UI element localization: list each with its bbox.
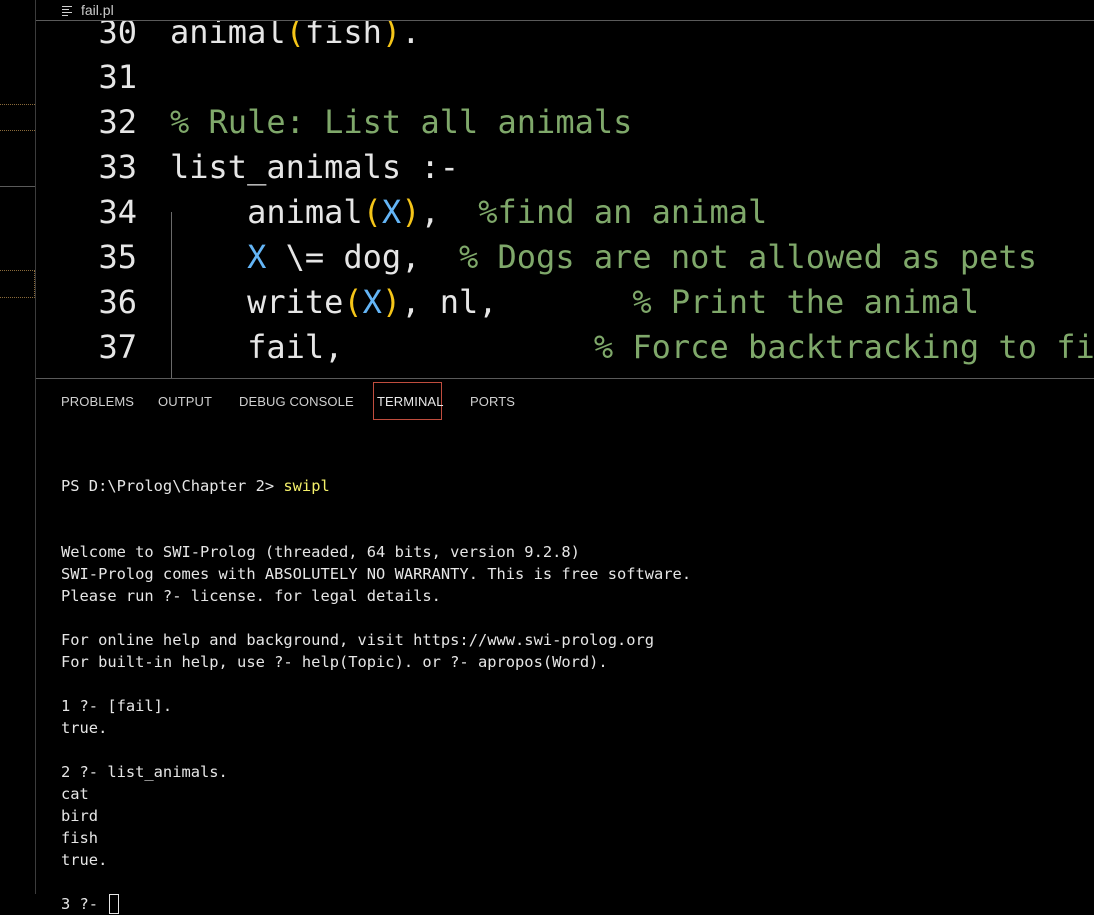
tab-output[interactable]: OUTPUT [158, 394, 212, 409]
tab-problems[interactable]: PROBLEMS [61, 394, 134, 409]
code-text: fail, % Force backtracking to fi [170, 325, 1094, 370]
tab-terminal[interactable]: TERMINAL [377, 394, 444, 409]
terminal-line: For built-in help, use ?- help(Topic). o… [61, 653, 608, 671]
line-number: 32 [98, 103, 137, 141]
code-token-paren: ) [401, 193, 421, 231]
terminal-line: true. [61, 719, 108, 737]
code-token-var: X [381, 193, 402, 231]
code-token-default: animal [170, 21, 286, 51]
terminal-line: 1 ?- [fail]. [61, 697, 173, 715]
terminal-current-prompt: 3 ?- [61, 895, 108, 913]
code-token-comment: % Dogs are not allowed as pets [458, 238, 1037, 276]
terminal-line: Please run ?- license. for legal details… [61, 587, 441, 605]
terminal-line: bird [61, 807, 99, 825]
strip-divider [0, 130, 35, 131]
terminal-line: For online help and background, visit ht… [61, 631, 655, 649]
code-token-default: fish [304, 21, 382, 51]
editor-tab-label: fail.pl [81, 2, 114, 18]
terminal-line: SWI-Prolog comes with ABSOLUTELY NO WARR… [61, 565, 692, 583]
code-line: 34 animal(X), %find an animal [36, 190, 1094, 235]
line-number: 30 [98, 21, 137, 51]
line-number: 36 [98, 283, 137, 321]
bottom-panel: PROBLEMS OUTPUT DEBUG CONSOLE TERMINAL P… [36, 378, 1094, 914]
terminal-line: true. [61, 851, 108, 869]
code-line: 30 animal(fish). [36, 21, 1094, 55]
code-token-comment: %find an animal [478, 193, 768, 231]
line-number: 37 [98, 328, 137, 366]
tab-ports[interactable]: PORTS [470, 394, 515, 409]
code-token-default [170, 238, 247, 276]
code-line: 35 X \= dog, % Dogs are not allowed as p… [36, 235, 1094, 280]
line-number: 33 [98, 148, 137, 186]
code-line: 32 % Rule: List all animals [36, 100, 1094, 145]
code-editor[interactable]: 30 animal(fish). 31 32% Rule: List all anim… [36, 21, 1094, 378]
code-token-default: fail, [170, 328, 594, 366]
strip-divider [0, 186, 35, 187]
activity-strip [0, 0, 36, 894]
code-token-var: X [247, 238, 267, 276]
code-token-paren: ( [285, 21, 305, 51]
code-text: animal(fish). [170, 21, 420, 55]
code-token-default: . [401, 21, 421, 51]
code-token-paren: ( [343, 283, 363, 321]
line-number: 34 [98, 193, 137, 231]
tab-debug-console[interactable]: DEBUG CONSOLE [239, 394, 354, 409]
editor-tab-bar: fail.pl [36, 0, 1094, 21]
strip-divider [0, 104, 35, 105]
code-line: 31 [36, 55, 1094, 100]
code-line: 33 list_animals :- [36, 145, 1094, 190]
terminal-command: swipl [283, 477, 330, 495]
line-number: 35 [98, 238, 137, 276]
terminal-line: 2 ?- list_animals. [61, 763, 228, 781]
terminal-cursor[interactable] [109, 894, 120, 914]
editor-tab-file[interactable]: fail.pl [62, 0, 114, 20]
code-line: 37 fail, % Force backtracking to fi [36, 325, 1094, 370]
code-token-comment: % Rule: List all animals [170, 103, 633, 141]
code-token-paren: ( [362, 193, 382, 231]
terminal-current-line: 3 ?- [61, 893, 691, 915]
terminal-output[interactable]: PS D:\Prolog\Chapter 2> swipl Welcome to… [61, 431, 691, 915]
code-token-default: list_animals :- [170, 148, 459, 186]
code-text: X \= dog, % Dogs are not allowed as pets [170, 235, 1037, 280]
code-token-default: write [170, 283, 344, 321]
terminal-line: fish [61, 829, 99, 847]
code-token-comment: % Force backtracking to fi [593, 328, 1094, 366]
code-token-default: , [420, 193, 479, 231]
strip-highlight[interactable] [0, 270, 35, 298]
file-lines-icon [62, 5, 73, 16]
code-text: write(X), nl, % Print the animal [170, 280, 979, 325]
code-text: list_animals :- [170, 145, 459, 190]
code-token-paren: ) [381, 21, 402, 51]
code-text: animal(X), %find an animal [170, 190, 767, 235]
code-token-comment: % Print the animal [632, 283, 980, 321]
code-token-default: , nl, [401, 283, 633, 321]
terminal-prompt-line: PS D:\Prolog\Chapter 2> swipl [61, 475, 691, 497]
code-token-default: animal [170, 193, 363, 231]
code-token-default: \= dog, [266, 238, 459, 276]
code-token-paren: ) [381, 283, 402, 321]
code-token-var: X [362, 283, 382, 321]
code-line: 36 write(X), nl, % Print the animal [36, 280, 1094, 325]
terminal-line: Welcome to SWI-Prolog (threaded, 64 bits… [61, 543, 580, 561]
code-text: % Rule: List all animals [170, 100, 632, 145]
terminal-prompt: PS D:\Prolog\Chapter 2> [61, 477, 284, 495]
line-number: 31 [98, 58, 137, 96]
terminal-line: cat [61, 785, 89, 803]
